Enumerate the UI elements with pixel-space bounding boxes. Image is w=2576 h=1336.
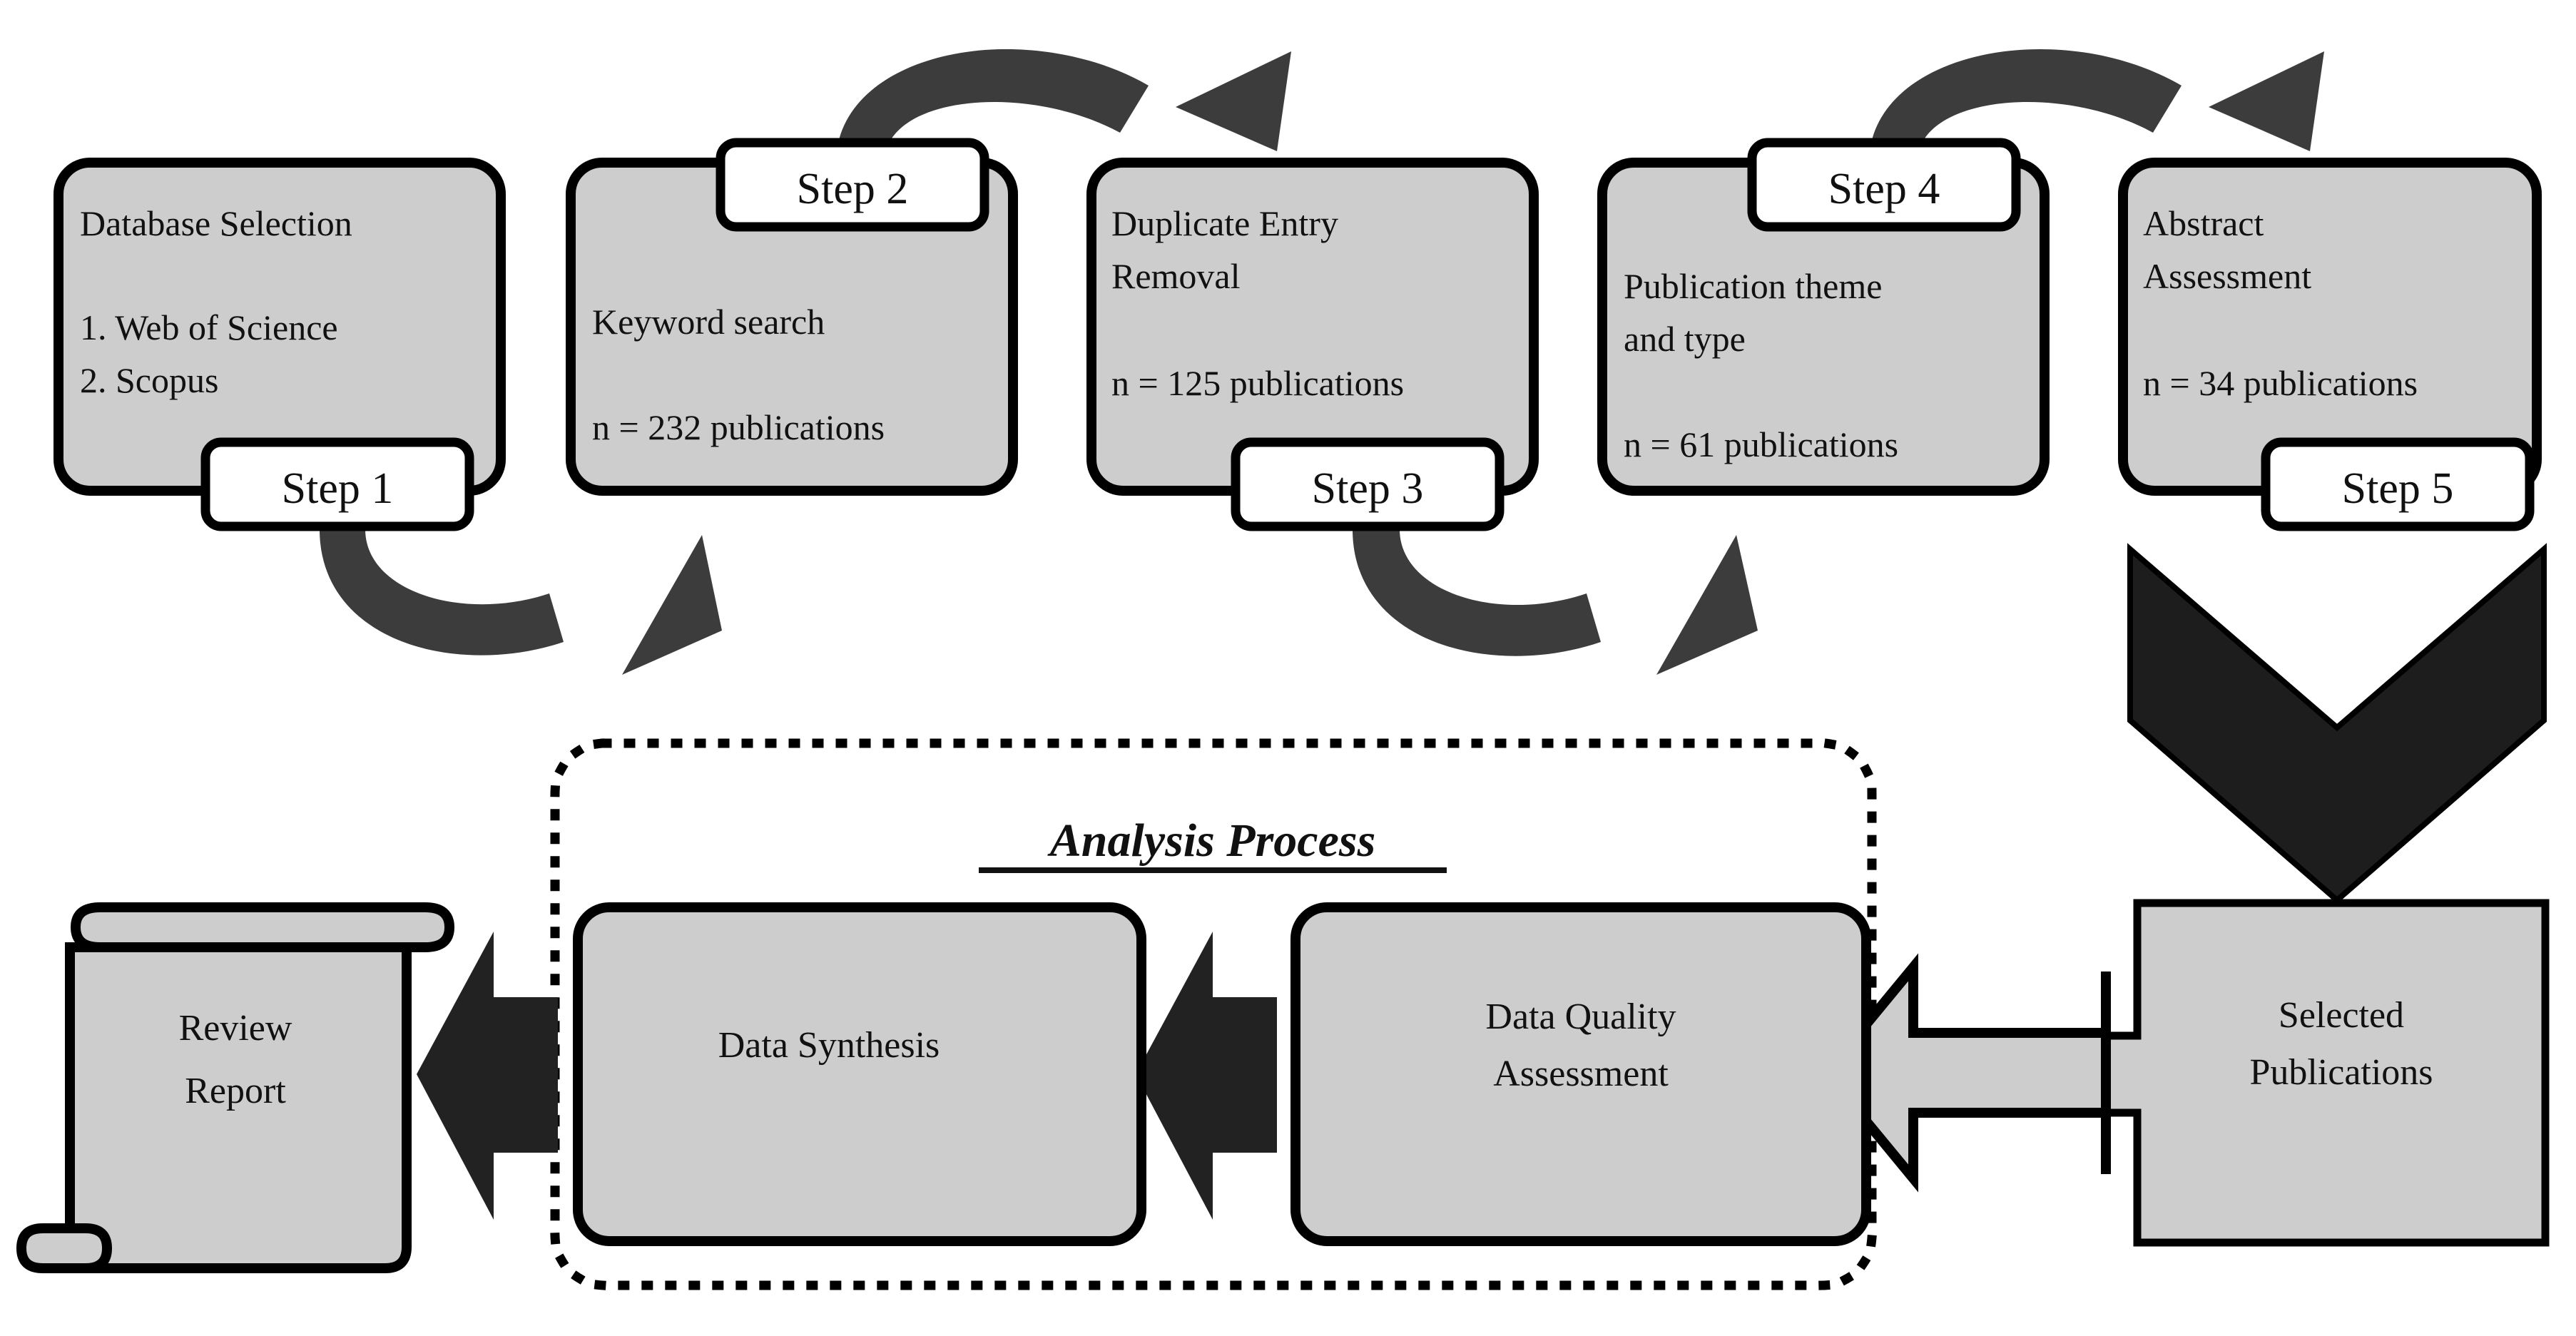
step-chip-1[interactable]: Step 1 (200, 437, 474, 531)
arrow-left-solid-icon-1 (1136, 932, 1277, 1220)
step-5-heading-line1: Abstract (2143, 203, 2264, 243)
step-chip-1-label: Step 1 (282, 464, 394, 513)
curved-arrow-step3-to-step4 (1353, 529, 1758, 675)
step-chip-4[interactable]: Step 4 (1747, 138, 2021, 232)
analysis-process-label: Analysis Process (1047, 815, 1376, 867)
step-chip-5-label: Step 5 (2342, 464, 2454, 513)
data-quality-assessment-node[interactable]: Data Quality Assessment (1290, 902, 1871, 1246)
step-chip-3[interactable]: Step 3 (1231, 437, 1505, 531)
step-chip-2[interactable]: Step 2 (716, 138, 989, 232)
review-report-line1: Review (179, 1008, 292, 1049)
step-chip-4-label: Step 4 (1828, 165, 1940, 213)
selected-publications-node[interactable]: Selected Publications (2097, 899, 2550, 1247)
review-report-line2: Report (185, 1071, 286, 1111)
step-chip-3-label: Step 3 (1312, 464, 1424, 513)
selected-publications-line2: Publications (2249, 1052, 2433, 1093)
data-synthesis-node[interactable]: Data Synthesis (573, 902, 1146, 1246)
selected-publications-line1: Selected (2279, 995, 2404, 1036)
step-2-count: n = 232 publications (592, 407, 885, 447)
review-report-node[interactable]: Review Report (16, 902, 455, 1273)
step-1-item-2: 2. Scopus (80, 360, 218, 400)
step-4-heading-line1: Publication theme (1624, 266, 1882, 306)
step-3-count: n = 125 publications (1111, 363, 1404, 403)
step-1-heading: Database Selection (80, 203, 352, 243)
data-quality-line1: Data Quality (1485, 996, 1676, 1037)
step-5-count: n = 34 publications (2143, 363, 2418, 403)
step-3-heading-line1: Duplicate Entry (1111, 203, 1338, 243)
step-4-count: n = 61 publications (1624, 424, 1898, 464)
step-1-item-1: 1. Web of Science (80, 307, 338, 347)
analysis-process-title: Analysis Process (979, 815, 1447, 873)
step-4-heading-line2: and type (1624, 319, 1746, 359)
data-quality-line2: Assessment (1493, 1054, 1669, 1094)
flowchart-canvas: Database Selection 1. Web of Science 2. … (0, 0, 2576, 1336)
data-synthesis-box (573, 902, 1146, 1246)
step-chip-5[interactable]: Step 5 (2261, 437, 2535, 531)
review-report-top-curl (70, 902, 455, 952)
review-report-bottom-curl (16, 1223, 113, 1273)
arrow-left-solid-icon-2 (417, 932, 558, 1220)
step-3-heading-line2: Removal (1111, 256, 1241, 296)
data-synthesis-label: Data Synthesis (718, 1025, 940, 1066)
step-2-heading: Keyword search (592, 302, 825, 342)
curved-arrow-step1-to-step2 (320, 529, 722, 675)
chevron-down-icon (2127, 543, 2547, 904)
flowchart-svg: Database Selection 1. Web of Science 2. … (16, 49, 2550, 1290)
step-5-heading-line2: Assessment (2143, 256, 2311, 296)
step-chip-2-label: Step 2 (797, 165, 909, 213)
